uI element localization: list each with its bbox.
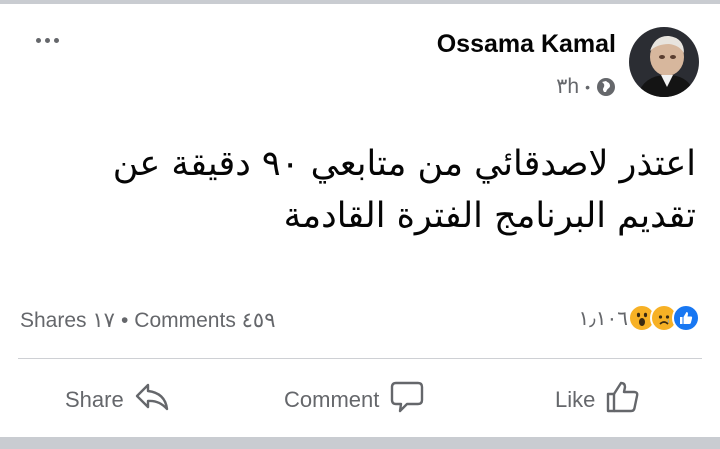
post-text-line: اعتذر لاصدقائي من متابعي ٩٠ دقيقة عن [112,144,696,184]
meta-separator: • [585,78,590,95]
avatar[interactable] [629,27,699,97]
thumbs-up-icon [605,380,641,420]
author-name[interactable]: Ossama Kamal [437,30,616,59]
bottom-divider-strip [0,437,720,449]
like-icon [672,304,700,332]
reactions-summary[interactable]: ١٫١٠٦ [579,304,700,332]
like-label: Like [555,387,596,412]
stats-separator: • [120,308,129,332]
more-options-button[interactable] [30,30,64,50]
share-label: Share [65,387,124,412]
comments-count[interactable]: Comments ٤٥٩ [134,308,275,333]
share-button[interactable]: Share [65,380,170,420]
more-dot-icon [35,37,41,43]
more-dot-icon [53,37,59,43]
top-divider-strip [0,0,720,4]
like-button[interactable]: Like [555,380,641,420]
post-text: اعتذر لاصدقائي من متابعي ٩٠ دقيقة عن تقد… [26,138,696,242]
shares-comments-summary: Shares ١٧ • Comments ٤٥٩ [20,308,276,333]
more-dot-icon [44,37,50,43]
post-text-line: تقديم البرنامج الفترة القادمة [283,196,696,236]
comment-button[interactable]: Comment [284,380,425,420]
share-icon [134,381,170,419]
post-time[interactable]: ٣h [556,74,579,99]
shares-count[interactable]: Shares ١٧ [20,308,115,333]
globe-icon[interactable] [596,77,616,97]
post-meta: ٣h • [556,74,616,99]
reaction-icons [628,304,700,332]
comment-label: Comment [284,387,380,412]
action-divider [18,358,702,359]
comment-icon [389,380,425,420]
reactions-count[interactable]: ١٫١٠٦ [579,306,628,331]
